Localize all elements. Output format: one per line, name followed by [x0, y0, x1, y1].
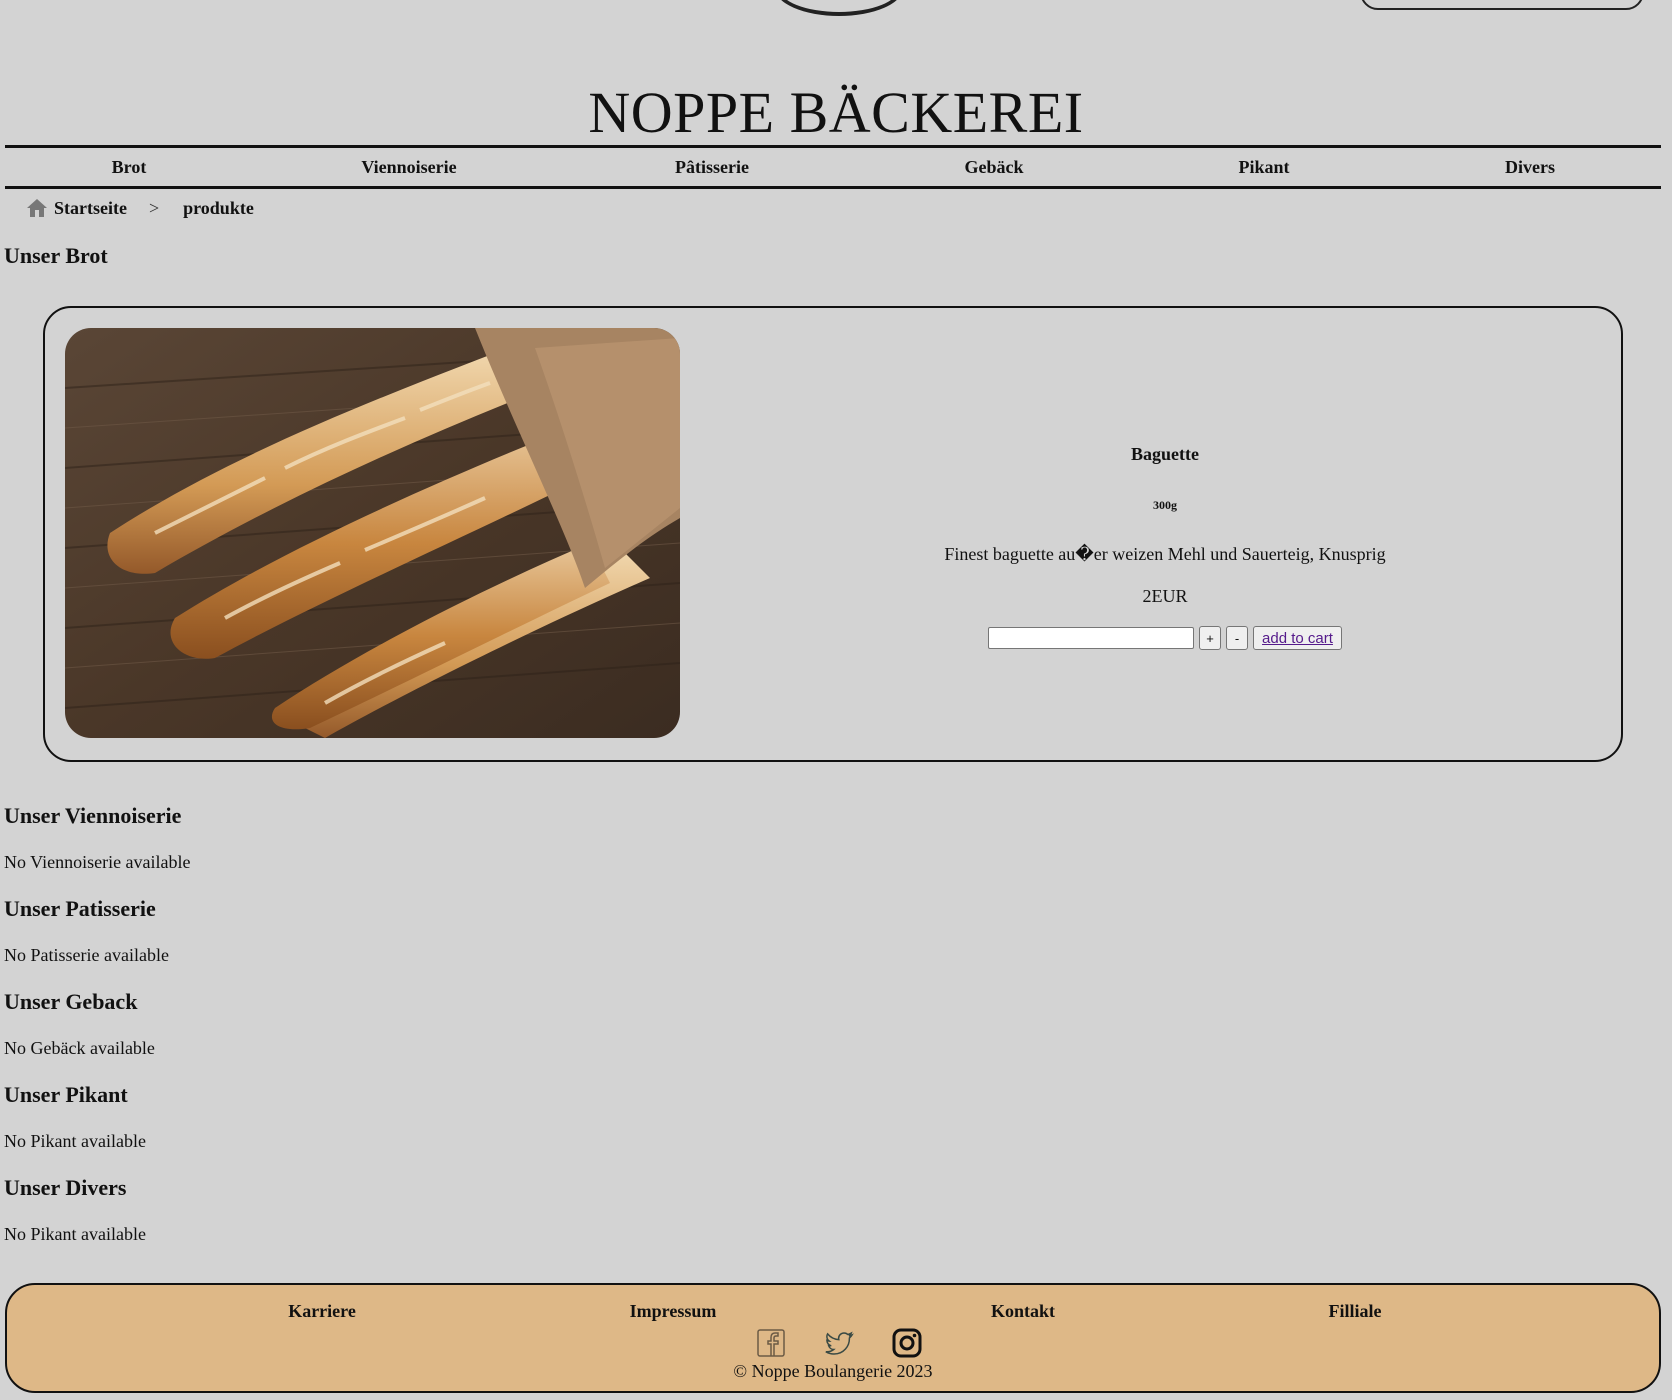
site-title: NOPPE BÄCKEREI — [588, 80, 1084, 145]
product-description: Finest baguette au�er weizen Mehl und Sa… — [944, 544, 1386, 564]
increment-button[interactable]: + — [1199, 626, 1222, 650]
empty-note-divers: No Pikant available — [4, 1224, 146, 1244]
empty-note-viennoiserie: No Viennoiserie available — [4, 852, 191, 872]
baguette-photo — [65, 328, 680, 738]
home-icon[interactable] — [26, 198, 48, 218]
nav-item-pikant[interactable]: Pikant — [1238, 148, 1289, 186]
section-heading-brot: Unser Brot — [4, 243, 108, 268]
empty-note-patisserie: No Patisserie available — [4, 945, 169, 965]
footer-link-kontakt[interactable]: Kontakt — [991, 1301, 1055, 1322]
breadcrumb-current[interactable]: produkte — [183, 198, 254, 219]
decrement-button[interactable]: - — [1226, 626, 1249, 650]
breadcrumb: Startseite > produkte — [26, 196, 254, 220]
nav-item-divers[interactable]: Divers — [1505, 148, 1555, 186]
nav-item-patisserie[interactable]: Pâtisserie — [675, 148, 749, 186]
section-heading-divers: Unser Divers — [4, 1175, 127, 1200]
nav-item-brot[interactable]: Brot — [112, 148, 147, 186]
logo[interactable] — [775, 0, 903, 16]
instagram-icon[interactable] — [891, 1327, 923, 1359]
empty-note-pikant: No Pikant available — [4, 1131, 146, 1151]
section-heading-geback: Unser Geback — [4, 989, 138, 1014]
nav-item-viennoiserie[interactable]: Viennoiserie — [361, 148, 456, 186]
social-links — [7, 1327, 1659, 1359]
product-controls: + - add to cart — [725, 626, 1605, 650]
product-card: Baguette 300g Finest baguette au�er weiz… — [43, 306, 1623, 762]
section-heading-viennoiserie: Unser Viennoiserie — [4, 803, 182, 828]
facebook-icon[interactable] — [755, 1327, 787, 1359]
footer: Karriere Impressum Kontakt Filliale © No… — [5, 1283, 1661, 1393]
twitter-icon[interactable] — [823, 1327, 855, 1359]
product-image — [65, 328, 680, 738]
breadcrumb-home[interactable]: Startseite — [54, 198, 127, 219]
product-info: Baguette 300g Finest baguette au�er weiz… — [725, 308, 1605, 760]
footer-link-impressum[interactable]: Impressum — [630, 1301, 717, 1322]
add-to-cart-button[interactable]: add to cart — [1253, 626, 1342, 650]
empty-note-geback: No Gebäck available — [4, 1038, 155, 1058]
section-heading-patisserie: Unser Patisserie — [4, 896, 156, 921]
search-box[interactable] — [1360, 0, 1644, 10]
page: NOPPE BÄCKEREI Brot Viennoiserie Pâtisse… — [0, 0, 1672, 1400]
main-nav: Brot Viennoiserie Pâtisserie Gebäck Pika… — [5, 145, 1661, 189]
quantity-input[interactable] — [988, 627, 1195, 649]
product-weight: 300g — [1153, 498, 1177, 512]
copyright: © Noppe Boulangerie 2023 — [733, 1361, 933, 1381]
breadcrumb-separator: > — [148, 197, 160, 218]
nav-item-geback[interactable]: Gebäck — [964, 148, 1023, 186]
footer-link-karriere[interactable]: Karriere — [288, 1301, 356, 1322]
product-price: 2EUR — [1142, 586, 1188, 606]
footer-link-filliale[interactable]: Filliale — [1329, 1301, 1382, 1322]
section-heading-pikant: Unser Pikant — [4, 1082, 128, 1107]
product-name: Baguette — [1131, 444, 1199, 464]
